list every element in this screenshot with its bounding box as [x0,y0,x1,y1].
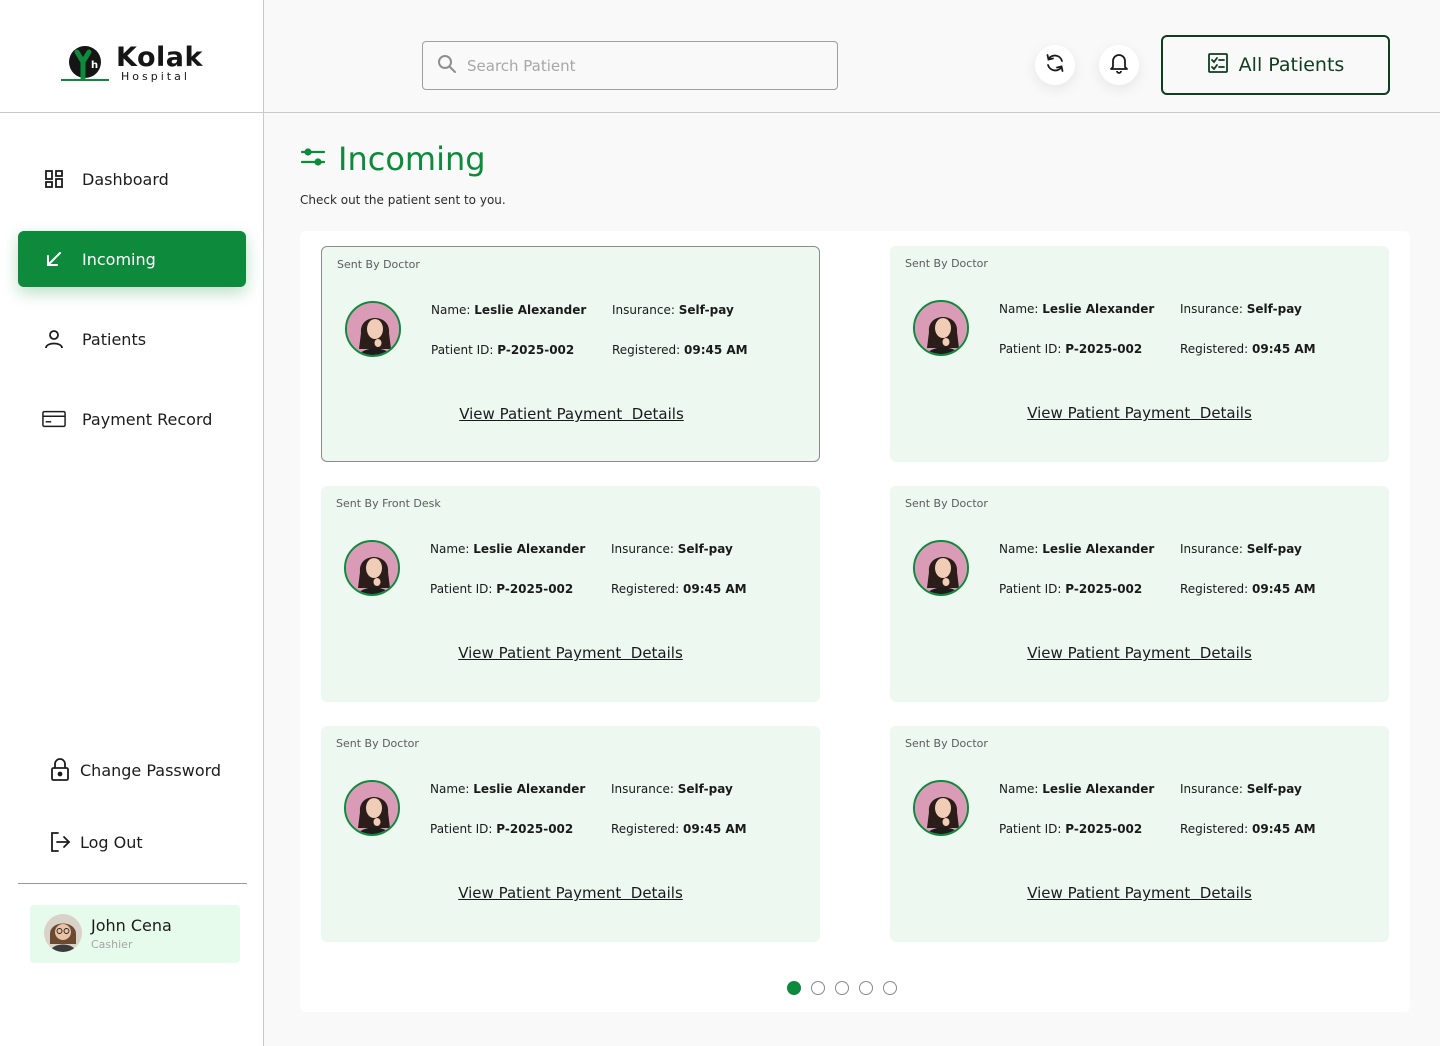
patient-insurance: Insurance: Self-pay [1180,542,1302,556]
refresh-button[interactable] [1035,45,1075,85]
view-payment-details-link[interactable]: View Patient Payment Details [890,644,1389,662]
patient-card[interactable]: Sent By Doctor Name: Leslie Alexander Insu… [890,486,1389,702]
patient-card[interactable]: Sent By Doctor Name: Leslie Alexander Insu… [321,726,820,942]
sent-by-label: Sent By Doctor [336,737,419,750]
page-title: Incoming [300,140,486,178]
sent-by-label: Sent By Doctor [905,737,988,750]
patient-avatar [913,780,969,836]
svg-text:h: h [91,60,98,71]
patient-card[interactable]: Sent By Front Desk Name: Leslie Alexander… [321,486,820,702]
page-dot-3[interactable] [835,981,849,995]
patient-name: Name: Leslie Alexander [430,542,586,556]
bell-icon [1109,52,1129,78]
patient-id: Patient ID: P-2025-002 [430,822,574,836]
sidebar-divider [18,883,247,884]
sent-by-label: Sent By Doctor [337,258,420,271]
patient-card[interactable]: Sent By Doctor Name: Leslie Alexander Insu… [321,246,820,462]
sidebar-item-label: Patients [82,329,147,349]
patient-card[interactable]: Sent By Doctor Name: Leslie Alexander Insu… [890,726,1389,942]
patient-id: Patient ID: P-2025-002 [999,582,1143,596]
sidebar-item-label: Incoming [82,249,156,269]
patient-registered-time: Registered: 09:45 AM [1180,342,1316,356]
user-icon [42,327,66,351]
dashboard-icon [42,167,66,191]
patient-id: Patient ID: P-2025-002 [430,582,574,596]
patient-insurance: Insurance: Self-pay [611,542,733,556]
patient-name: Name: Leslie Alexander [999,542,1155,556]
checklist-icon [1207,52,1229,78]
patient-name: Name: Leslie Alexander [999,782,1155,796]
view-payment-details-link[interactable]: View Patient Payment Details [890,404,1389,422]
logout-icon [48,830,72,854]
patient-registered-time: Registered: 09:45 AM [611,822,747,836]
search-icon [437,54,457,78]
page-subtitle: Check out the patient sent to you. [300,193,506,207]
lock-icon [48,758,72,782]
page-title-text: Incoming [338,140,486,178]
sidebar-item-label: Dashboard [82,169,169,189]
pagination [787,981,897,995]
kolak-logo-icon: h [61,46,109,81]
page-dot-2[interactable] [811,981,825,995]
sidebar-item-dashboard[interactable]: Dashboard [18,151,246,207]
sidebar-item-patients[interactable]: Patients [18,311,246,367]
sidebar: h Kolak Hospital Dashboard Incoming Pati… [0,0,264,1046]
brand-logo[interactable]: h Kolak Hospital [0,0,263,113]
search-input[interactable] [467,56,807,75]
patient-insurance: Insurance: Self-pay [612,303,734,317]
patient-insurance: Insurance: Self-pay [1180,302,1302,316]
patient-card[interactable]: Sent By Doctor Name: Leslie Alexander Insu… [890,246,1389,462]
search-bar[interactable] [422,41,838,90]
all-patients-button[interactable]: All Patients [1161,35,1390,95]
patient-avatar [913,300,969,356]
patient-id: Patient ID: P-2025-002 [431,343,575,357]
brand-subtitle: Hospital [121,70,190,83]
sent-by-label: Sent By Doctor [905,497,988,510]
credit-card-icon [42,407,66,431]
change-password-label: Change Password [80,760,222,780]
incoming-arrow-icon [42,247,66,271]
top-header: All Patients [264,0,1440,113]
sidebar-item-label: Payment Record [82,409,213,429]
page-dot-4[interactable] [859,981,873,995]
incoming-panel: Sent By Doctor Name: Leslie Alexander Insu… [300,231,1410,1012]
patient-registered-time: Registered: 09:45 AM [1180,582,1316,596]
patient-registered-time: Registered: 09:45 AM [611,582,747,596]
patient-insurance: Insurance: Self-pay [611,782,733,796]
sidebar-item-incoming[interactable]: Incoming [18,231,246,287]
patient-name: Name: Leslie Alexander [430,782,586,796]
patient-name: Name: Leslie Alexander [431,303,587,317]
user-profile-card[interactable]: John Cena Cashier [30,905,240,963]
filter-sliders-icon [300,146,326,172]
view-payment-details-link[interactable]: View Patient Payment Details [890,884,1389,902]
page-dot-1[interactable] [787,981,801,995]
sent-by-label: Sent By Front Desk [336,497,441,510]
sent-by-label: Sent By Doctor [905,257,988,270]
view-payment-details-link[interactable]: View Patient Payment Details [322,405,821,423]
notifications-button[interactable] [1099,45,1139,85]
patient-avatar [344,540,400,596]
patient-avatar [913,540,969,596]
change-password-button[interactable]: Change Password [48,758,221,782]
patient-insurance: Insurance: Self-pay [1180,782,1302,796]
brand-name: Kolak [116,42,203,73]
patient-registered-time: Registered: 09:45 AM [1180,822,1316,836]
patient-avatar [345,301,401,357]
patient-registered-time: Registered: 09:45 AM [612,343,748,357]
user-name: John Cena [91,916,172,935]
all-patients-label: All Patients [1238,54,1345,76]
view-payment-details-link[interactable]: View Patient Payment Details [321,644,820,662]
logout-button[interactable]: Log Out [48,830,143,854]
page-dot-5[interactable] [883,981,897,995]
patient-name: Name: Leslie Alexander [999,302,1155,316]
view-payment-details-link[interactable]: View Patient Payment Details [321,884,820,902]
user-role: Cashier [91,938,133,951]
patient-avatar [344,780,400,836]
patient-id: Patient ID: P-2025-002 [999,822,1143,836]
avatar [44,914,82,952]
logout-label: Log Out [80,832,143,852]
refresh-icon [1044,52,1066,78]
patient-id: Patient ID: P-2025-002 [999,342,1143,356]
sidebar-item-payment-record[interactable]: Payment Record [18,391,246,447]
